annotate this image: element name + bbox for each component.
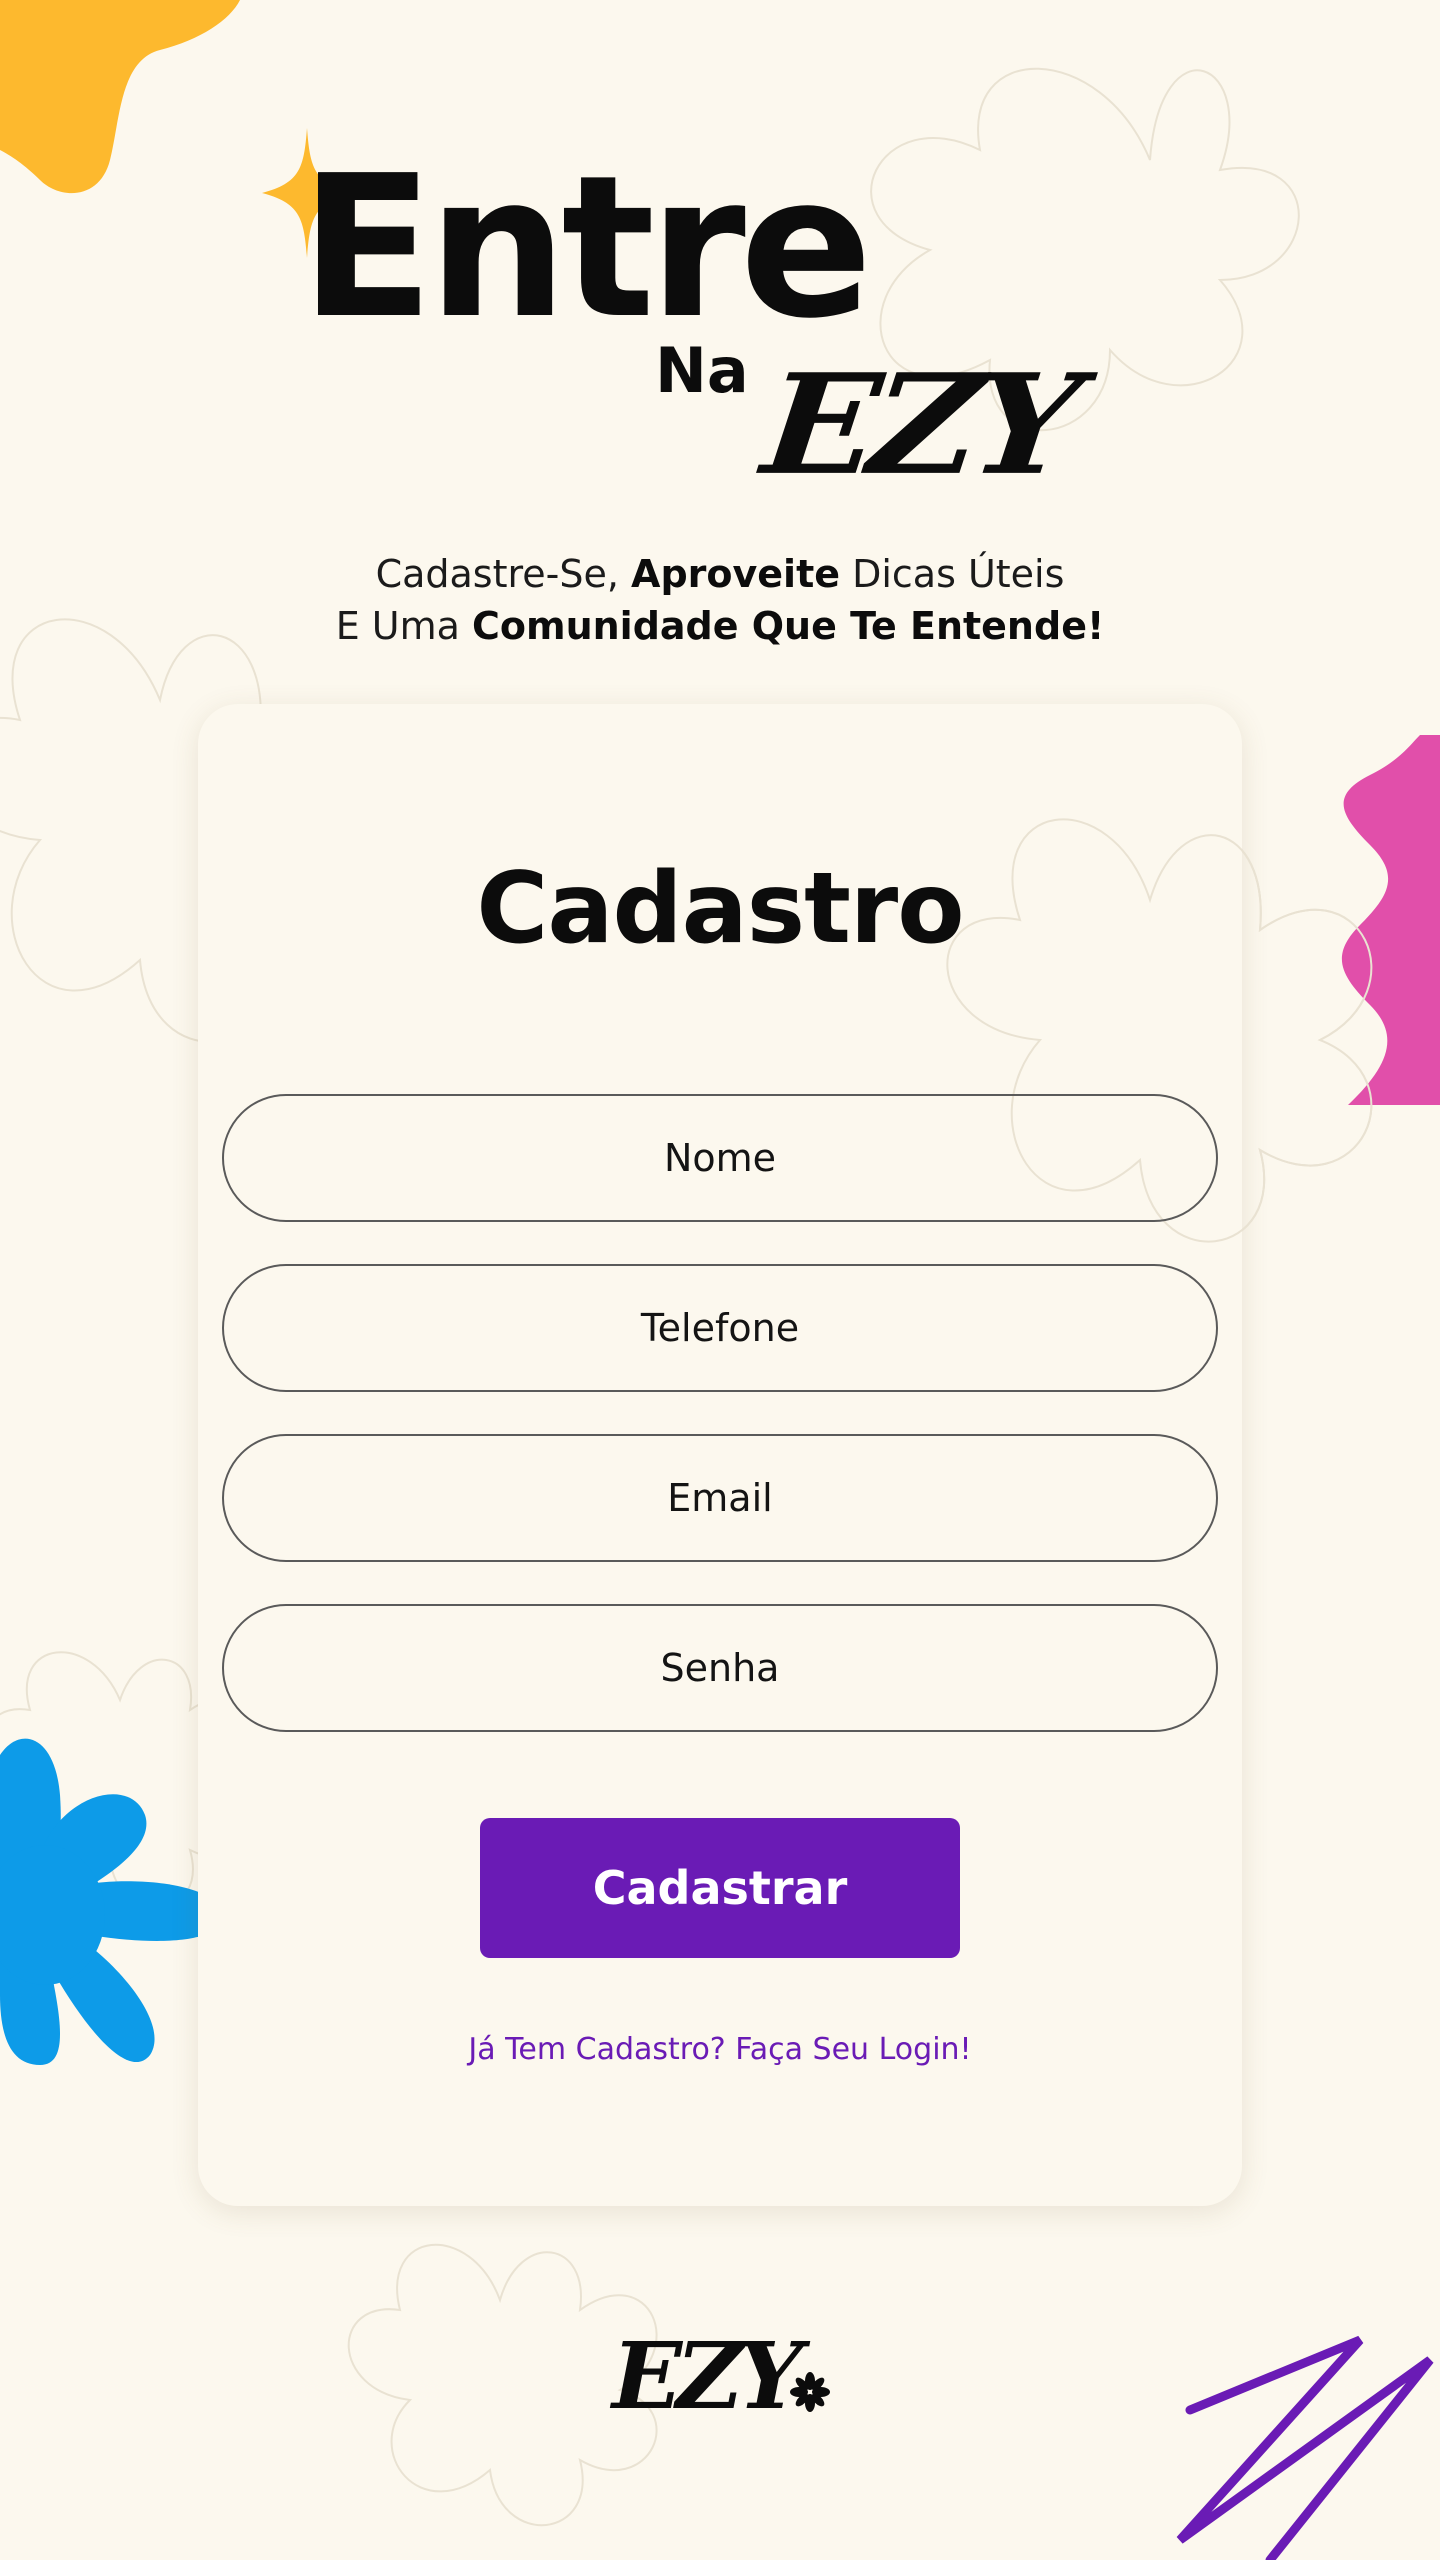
hero-title-na: Na <box>655 334 749 407</box>
phone-field[interactable] <box>222 1264 1218 1392</box>
footer-brand-logo: EZY <box>612 2330 832 2440</box>
login-link[interactable]: Já Tem Cadastro? Faça Seu Login! <box>0 2032 1440 2067</box>
email-field[interactable] <box>222 1434 1218 1562</box>
tagline-bold: Comunidade Que Te Entende! <box>471 604 1105 648</box>
hero-title-entre: Entre <box>300 134 873 362</box>
tagline-text: E Uma <box>335 604 472 648</box>
tagline-line-2: E Uma Comunidade Que Te Entende! <box>0 600 1440 652</box>
hero-section: Entre Na EZY Cadastre-Se, Aproveite Dica… <box>0 0 1440 700</box>
blue-flower-decoration <box>0 1738 223 2065</box>
hero-tagline: Cadastre-Se, Aproveite Dicas Úteis E Uma… <box>0 548 1440 652</box>
tagline-text: Cadastre-Se, <box>375 552 632 596</box>
tagline-text: Dicas Úteis <box>840 552 1065 596</box>
tagline-line-1: Cadastre-Se, Aproveite Dicas Úteis <box>0 548 1440 600</box>
tagline-bold: Aproveite <box>631 552 841 596</box>
name-field[interactable] <box>222 1094 1218 1222</box>
purple-zigzag-decoration <box>1176 2335 1434 2560</box>
signup-button[interactable]: Cadastrar <box>480 1818 960 1958</box>
footer-brand-text: EZY <box>612 2322 803 2430</box>
asterisk-flower-icon <box>790 2372 830 2412</box>
brand-logo-large: EZY <box>755 344 1082 506</box>
password-field[interactable] <box>222 1604 1218 1732</box>
form-title: Cadastro <box>476 852 964 966</box>
